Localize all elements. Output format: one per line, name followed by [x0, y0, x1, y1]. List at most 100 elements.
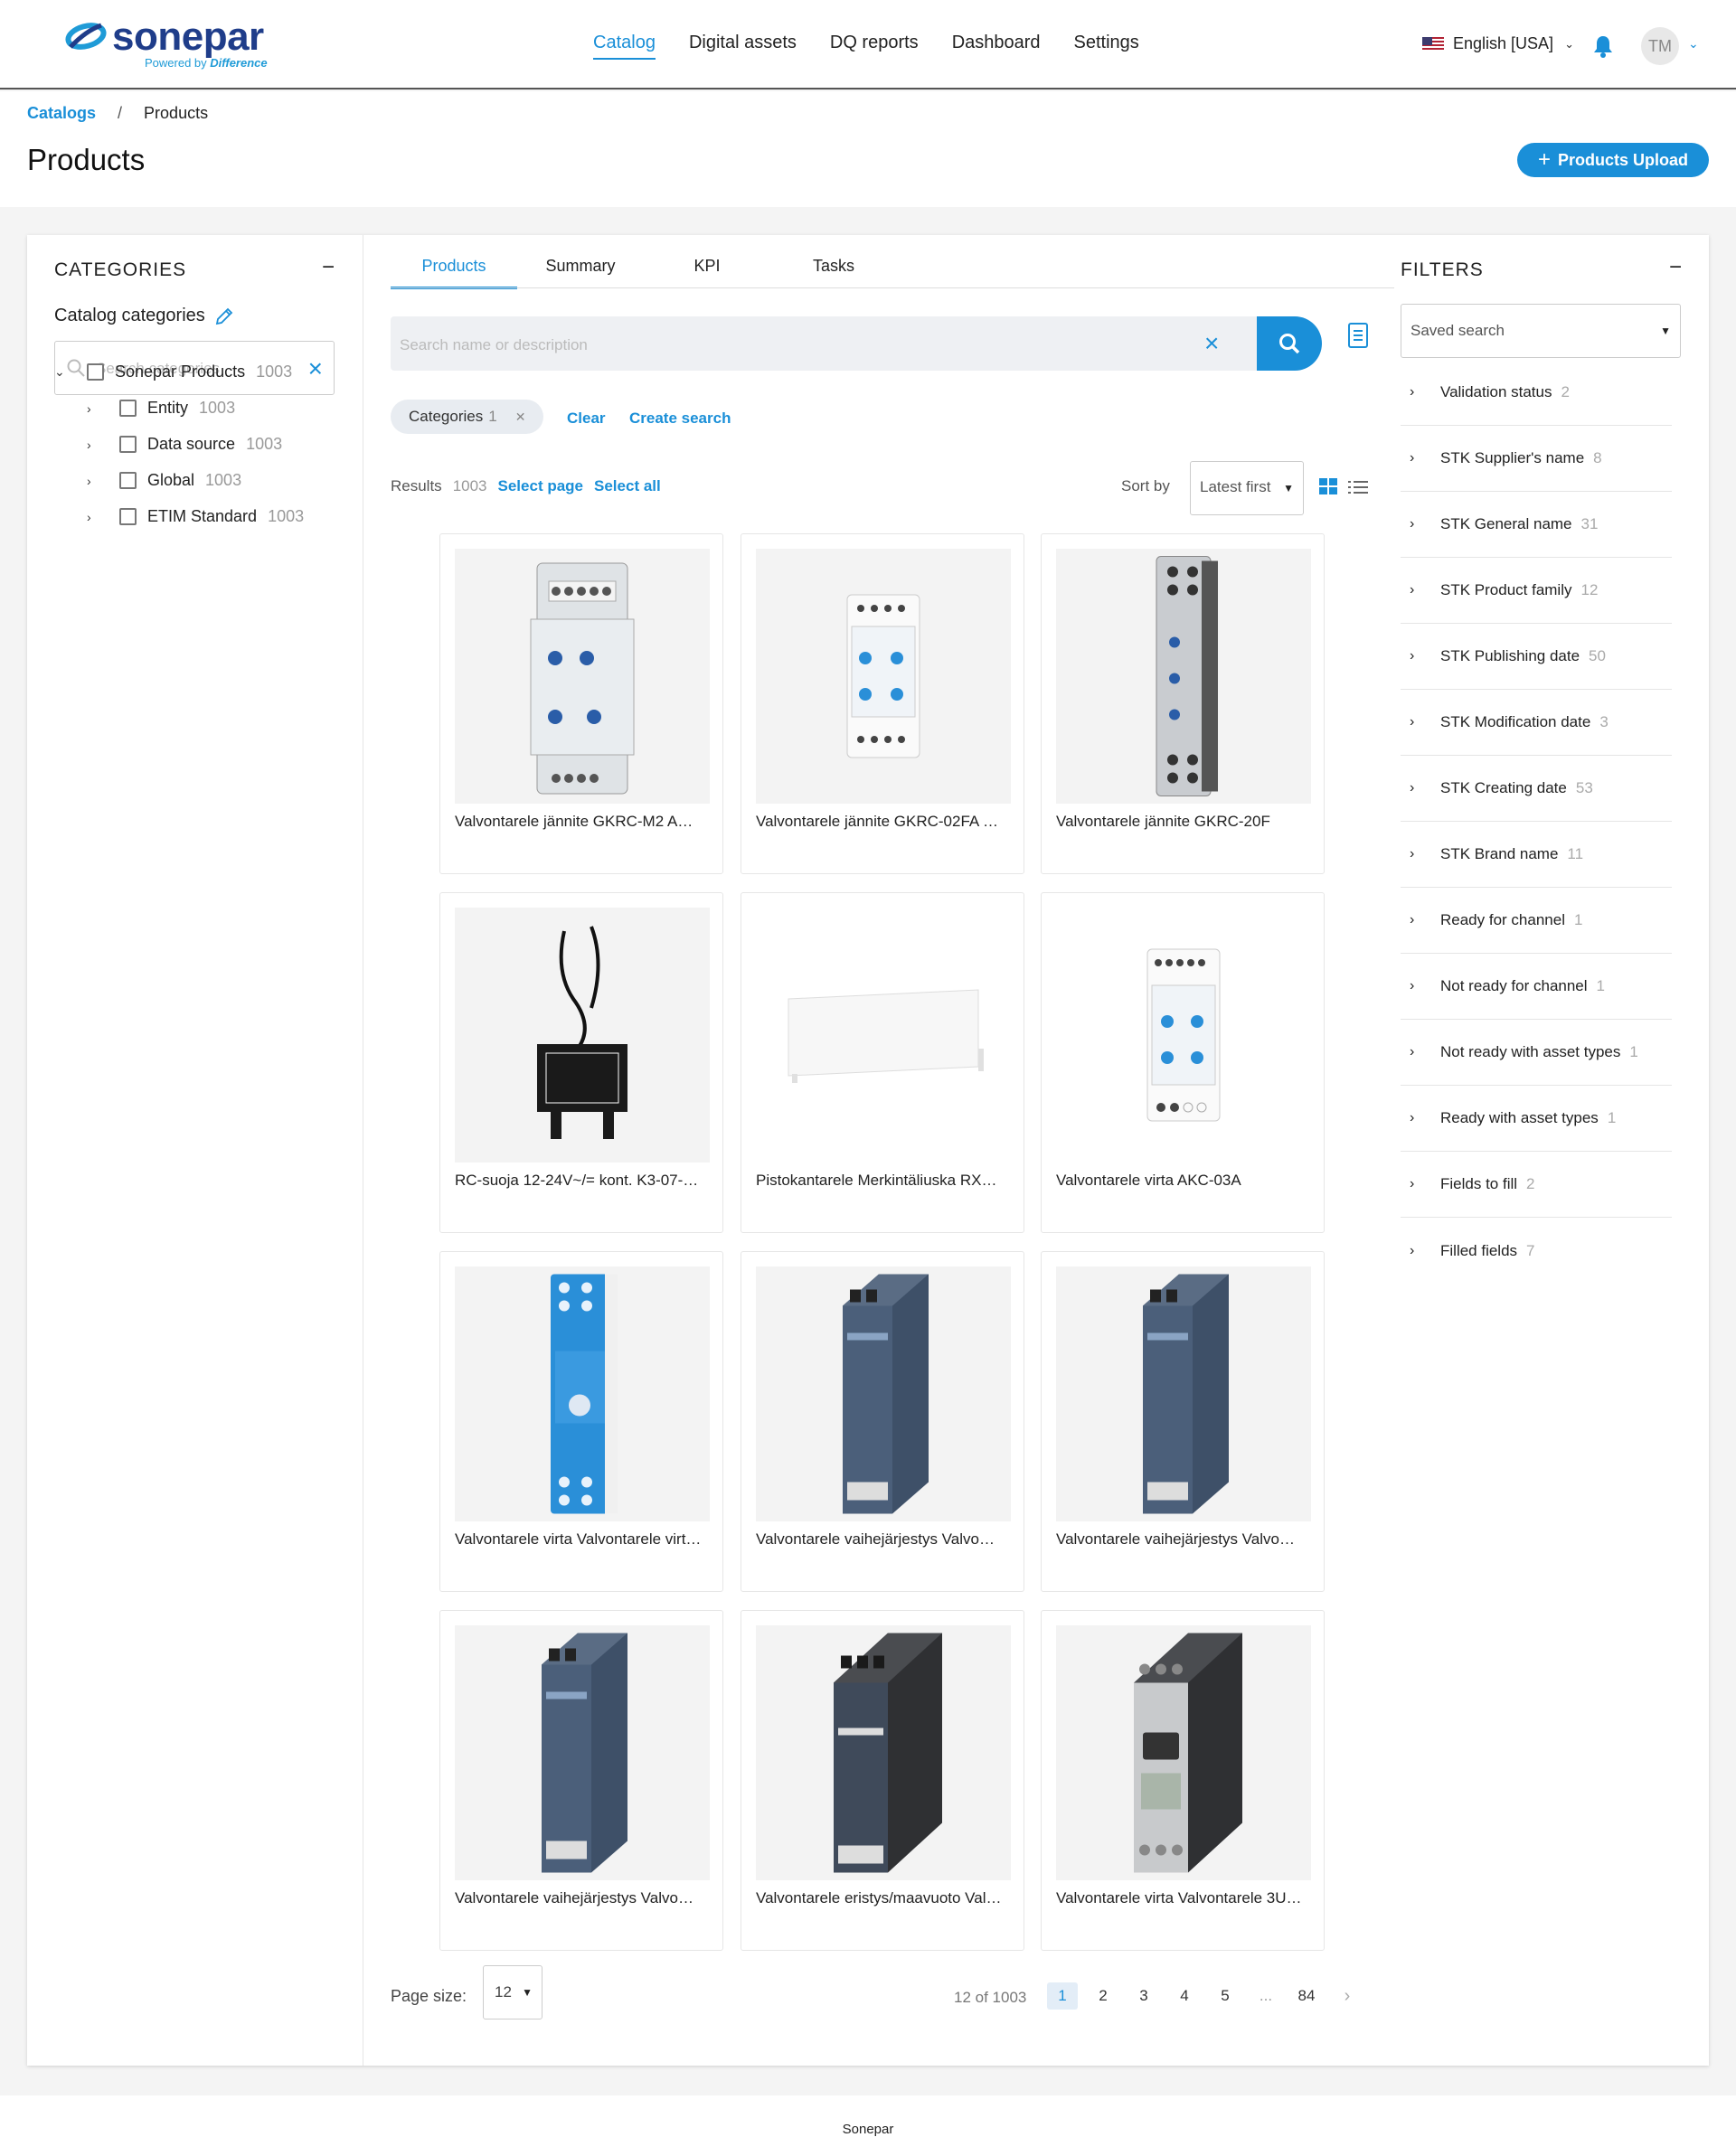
product-card[interactable]: Valvontarele eristys/maavuoto Val…: [741, 1610, 1024, 1951]
product-image: [756, 549, 1011, 804]
chevron-right-icon[interactable]: ›: [87, 401, 99, 416]
tree-item-global[interactable]: › Global 1003: [87, 471, 241, 490]
chevron-right-icon: ›: [1410, 780, 1415, 796]
user-avatar[interactable]: TM: [1641, 27, 1679, 65]
product-card[interactable]: Valvontarele virta Valvontarele 3U…: [1041, 1610, 1325, 1951]
search-icon: [1279, 334, 1300, 354]
page-size-select[interactable]: 12 ▼: [483, 1965, 542, 2019]
categories-collapse-button[interactable]: −: [322, 255, 335, 280]
chevron-right-icon[interactable]: ›: [87, 438, 99, 452]
filter-stk-modification-date[interactable]: › STK Modification date 3: [1401, 690, 1672, 756]
siemens-relay-dark-image: [834, 1633, 942, 1873]
product-card[interactable]: Valvontarele jännite GKRC-20F: [1041, 533, 1325, 874]
filter-not-ready-for-channel[interactable]: › Not ready for channel 1: [1401, 954, 1672, 1020]
product-card[interactable]: Valvontarele jännite GKRC-02FA …: [741, 533, 1024, 874]
grid-view-icon[interactable]: [1318, 477, 1338, 495]
chevron-down-icon[interactable]: ⌄: [54, 364, 67, 380]
document-icon[interactable]: [1347, 322, 1369, 349]
filter-count: 11: [1567, 845, 1584, 862]
tree-item-count: 1003: [205, 471, 242, 489]
close-icon[interactable]: ✕: [515, 410, 526, 425]
filter-stk-creating-date[interactable]: › STK Creating date 53: [1401, 756, 1672, 822]
filters-collapse-button[interactable]: −: [1669, 255, 1682, 280]
tree-item-data-source[interactable]: › Data source 1003: [87, 435, 282, 454]
filter-stk-general-name[interactable]: › STK General name 31: [1401, 492, 1672, 558]
filter-filled-fields[interactable]: › Filled fields 7: [1401, 1218, 1672, 1284]
chevron-right-icon[interactable]: ›: [87, 474, 99, 488]
product-card[interactable]: Valvontarele vaihejärjestys Valvo…: [741, 1251, 1024, 1592]
page-button-1[interactable]: 1: [1047, 1982, 1078, 2010]
filter-stk-publishing-date[interactable]: › STK Publishing date 50: [1401, 624, 1672, 690]
chevron-right-icon[interactable]: ›: [87, 510, 99, 524]
product-card[interactable]: Valvontarele virta Valvontarele virt…: [439, 1251, 723, 1592]
tab-tasks[interactable]: Tasks: [770, 257, 897, 289]
product-search-input[interactable]: Search name or description ×: [391, 316, 1259, 371]
page-button-5[interactable]: 5: [1210, 1982, 1241, 2010]
filter-fields-to-fill[interactable]: › Fields to fill 2: [1401, 1152, 1672, 1218]
saved-search-select[interactable]: Saved search ▼: [1401, 304, 1681, 358]
clear-icon[interactable]: ×: [308, 354, 323, 383]
page-button-2[interactable]: 2: [1088, 1982, 1118, 2010]
caret-down-icon: ▼: [1283, 482, 1294, 494]
list-view-icon[interactable]: [1347, 479, 1369, 495]
page-button-4[interactable]: 4: [1169, 1982, 1200, 2010]
tree-item-entity[interactable]: › Entity 1003: [87, 399, 235, 418]
filter-ready-for-channel[interactable]: › Ready for channel 1: [1401, 888, 1672, 954]
breadcrumb-catalogs[interactable]: Catalogs: [27, 104, 96, 123]
product-image: [455, 908, 710, 1163]
products-upload-button[interactable]: + Products Upload: [1517, 143, 1709, 177]
product-card[interactable]: Valvontarele vaihejärjestys Valvo…: [1041, 1251, 1325, 1592]
tab-kpi[interactable]: KPI: [644, 257, 770, 289]
tab-summary[interactable]: Summary: [517, 257, 644, 289]
chevron-right-icon: ›: [1410, 912, 1415, 927]
product-card[interactable]: Valvontarele jännite GKRC-M2 A…: [439, 533, 723, 874]
notification-bell-icon[interactable]: [1593, 34, 1613, 58]
categories-filter-chip[interactable]: Categories 1 ✕: [391, 400, 544, 434]
clear-icon[interactable]: ×: [1204, 329, 1219, 358]
checkbox[interactable]: [87, 363, 104, 381]
nav-catalog[interactable]: Catalog: [593, 33, 656, 60]
product-card[interactable]: RC-suoja 12-24V~/= kont. K3-07-…: [439, 892, 723, 1233]
white-relay-gkrc-m2-image: [530, 562, 635, 795]
filter-validation-status[interactable]: › Validation status 2: [1401, 360, 1672, 426]
sonepar-logo[interactable]: sonepar Powered by Difference: [65, 14, 282, 71]
filter-count: 50: [1589, 647, 1606, 664]
filter-label: STK Supplier's name: [1440, 449, 1585, 466]
page-button-3[interactable]: 3: [1128, 1982, 1159, 2010]
tree-item-etim-standard[interactable]: › ETIM Standard 1003: [87, 507, 304, 526]
filter-stk-suppliers-name[interactable]: › STK Supplier's name 8: [1401, 426, 1672, 492]
create-search-button[interactable]: Create search: [629, 410, 731, 428]
checkbox[interactable]: [119, 436, 137, 453]
tree-item-sonepar-products[interactable]: ⌄ Sonepar Products 1003: [54, 362, 292, 381]
checkbox[interactable]: [119, 472, 137, 489]
chevron-right-icon: ›: [1410, 450, 1415, 466]
filter-stk-brand-name[interactable]: › STK Brand name 11: [1401, 822, 1672, 888]
nav-settings[interactable]: Settings: [1074, 33, 1139, 60]
checkbox[interactable]: [119, 508, 137, 525]
filter-stk-product-family[interactable]: › STK Product family 12: [1401, 558, 1672, 624]
avatar-chevron-down-icon[interactable]: ⌄: [1688, 36, 1699, 52]
pencil-icon[interactable]: [214, 306, 234, 326]
tab-underline: [391, 287, 1394, 288]
search-button[interactable]: [1257, 316, 1322, 371]
checkbox[interactable]: [119, 400, 137, 417]
nav-dashboard[interactable]: Dashboard: [952, 33, 1041, 60]
filter-not-ready-with-asset-types[interactable]: › Not ready with asset types 1: [1401, 1020, 1672, 1086]
sort-select[interactable]: Latest first ▼: [1190, 461, 1304, 515]
product-card[interactable]: Valvontarele vaihejärjestys Valvo…: [439, 1610, 723, 1951]
siemens-relay-blue-image: [1143, 1274, 1229, 1514]
clear-button[interactable]: Clear: [567, 410, 606, 428]
page-button-84[interactable]: 84: [1291, 1982, 1322, 2010]
tab-products[interactable]: Products: [391, 257, 517, 289]
language-selector[interactable]: English [USA] ⌄: [1422, 34, 1574, 53]
product-card[interactable]: Valvontarele virta AKC-03A: [1041, 892, 1325, 1233]
product-name: Valvontarele jännite GKRC-M2 A…: [455, 813, 693, 830]
select-all-button[interactable]: Select all: [594, 477, 661, 495]
filter-ready-with-asset-types[interactable]: › Ready with asset types 1: [1401, 1086, 1672, 1152]
nav-digital-assets[interactable]: Digital assets: [689, 33, 797, 60]
nav-dq-reports[interactable]: DQ reports: [830, 33, 919, 60]
white-relay-akc-03a-image: [1146, 948, 1221, 1122]
product-card[interactable]: Pistokantarele Merkintäliuska RX…: [741, 892, 1024, 1233]
next-page-icon[interactable]: ›: [1332, 1982, 1363, 2010]
select-page-button[interactable]: Select page: [498, 477, 584, 495]
